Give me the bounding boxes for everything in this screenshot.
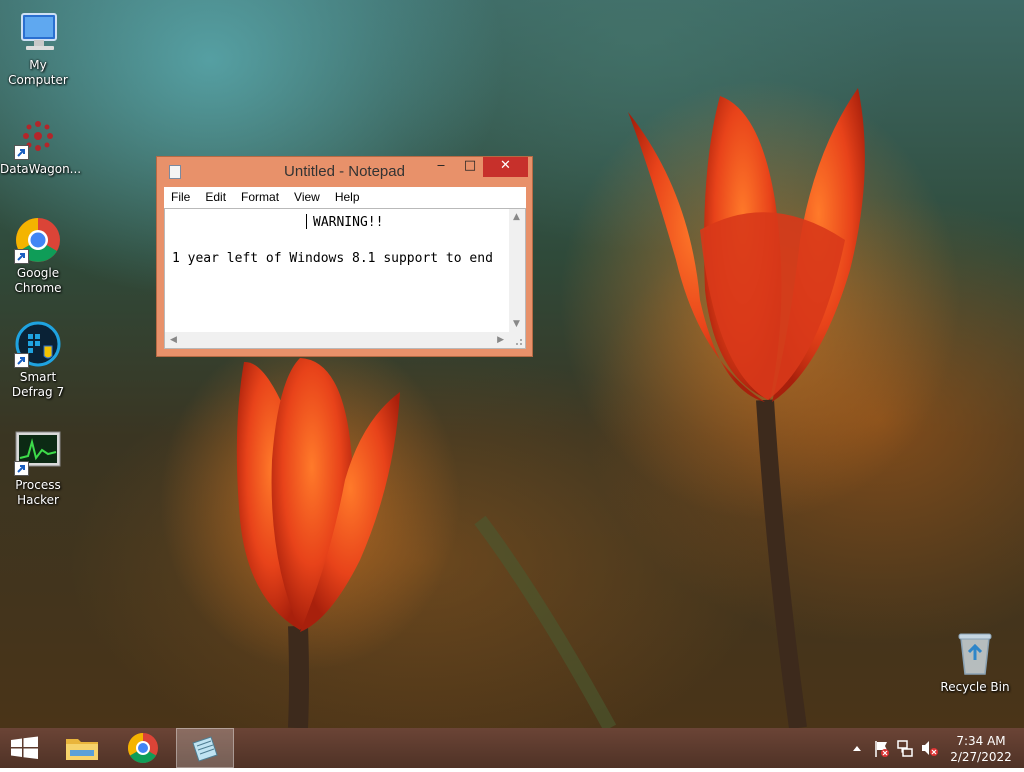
desktop-icon-datawagon[interactable]: DataWagon... [0,112,82,177]
scroll-up-icon[interactable]: ▲ [513,212,520,222]
notepad-window[interactable]: Untitled - Notepad ‒ □ ✕ File Edit Format V… [156,156,533,357]
shortcut-arrow-icon [14,145,29,160]
menu-help[interactable]: Help [328,187,368,204]
action-center-button[interactable] [870,728,892,768]
shortcut-arrow-icon [14,249,29,264]
menu-file[interactable]: File [164,187,198,204]
desktop-icon-my-computer[interactable]: My Computer [0,8,76,88]
desktop-icon-label: Smart Defrag 7 [11,370,65,399]
title-bar[interactable]: Untitled - Notepad ‒ □ ✕ [157,157,532,187]
resize-grip-icon[interactable] [509,332,525,348]
menu-format[interactable]: Format [234,187,287,204]
scroll-down-icon[interactable]: ▼ [513,319,520,329]
volume-button[interactable] [918,728,940,768]
text-caret [306,214,307,229]
close-button[interactable]: ✕ [483,157,528,177]
process-hacker-icon [14,428,62,476]
menu-bar: File Edit Format View Help [164,187,526,208]
taskbar: 7:34 AM 2/27/2022 [0,728,1024,768]
desktop-icon-label: My Computer [8,58,68,87]
smart-defrag-icon [14,320,62,368]
taskbar-clock[interactable]: 7:34 AM 2/27/2022 [946,733,1016,765]
menu-edit[interactable]: Edit [198,187,234,204]
desktop-icon-process-hacker[interactable]: Process Hacker [0,428,76,508]
maximize-button[interactable]: □ [457,157,483,177]
clock-date: 2/27/2022 [950,750,1012,764]
shortcut-arrow-icon [14,461,29,476]
scroll-left-icon[interactable]: ◀ [170,335,177,345]
desktop-icon-recycle-bin[interactable]: Recycle Bin [937,630,1013,695]
vertical-scrollbar[interactable]: ▲ ▼ [509,209,525,332]
desktop-icon-google-chrome[interactable]: Google Chrome [0,216,76,296]
taskbar-notepad[interactable] [176,728,234,768]
shortcut-arrow-icon [14,353,29,368]
notepad-icon [192,736,218,762]
clock-time: 7:34 AM [956,734,1006,748]
tulip-wallpaper [160,80,960,728]
datawagon-icon [14,112,62,160]
windows-start-icon [11,736,38,759]
text-line-warning: WARNING!! [313,215,384,230]
recycle-bin-icon [951,630,999,678]
desktop-icon-smart-defrag[interactable]: Smart Defrag 7 [0,320,76,400]
file-explorer-icon [66,739,98,760]
taskbar-file-explorer[interactable] [56,728,110,768]
scroll-right-icon[interactable]: ▶ [497,335,504,345]
action-center-flag-icon [875,741,889,757]
desktop: My Computer DataWagon... Google Chrome S… [0,0,1024,728]
show-hidden-icons-button[interactable] [848,728,866,768]
taskbar-chrome[interactable] [116,728,170,768]
network-icon [897,740,913,757]
desktop-icon-label: DataWagon... [0,162,82,176]
chrome-icon [14,216,62,264]
volume-muted-icon [922,741,938,756]
text-line-message: 1 year left of Windows 8.1 support to en… [172,251,493,266]
menu-view[interactable]: View [287,187,328,204]
minimize-button[interactable]: ‒ [427,157,455,177]
computer-icon [14,8,62,56]
desktop-icon-label: Process Hacker [15,478,61,507]
desktop-icon-label: Recycle Bin [940,680,1010,694]
desktop-icon-label: Google Chrome [14,266,62,295]
show-hidden-icons-icon [853,746,861,751]
document-text[interactable]: WARNING!! 1 year left of Windows 8.1 sup… [172,214,493,268]
text-editor-area[interactable]: WARNING!! 1 year left of Windows 8.1 sup… [164,208,526,349]
horizontal-scrollbar[interactable]: ◀ ▶ [165,332,509,348]
start-button[interactable] [0,728,54,768]
chrome-icon [127,733,158,764]
network-button[interactable] [894,728,916,768]
